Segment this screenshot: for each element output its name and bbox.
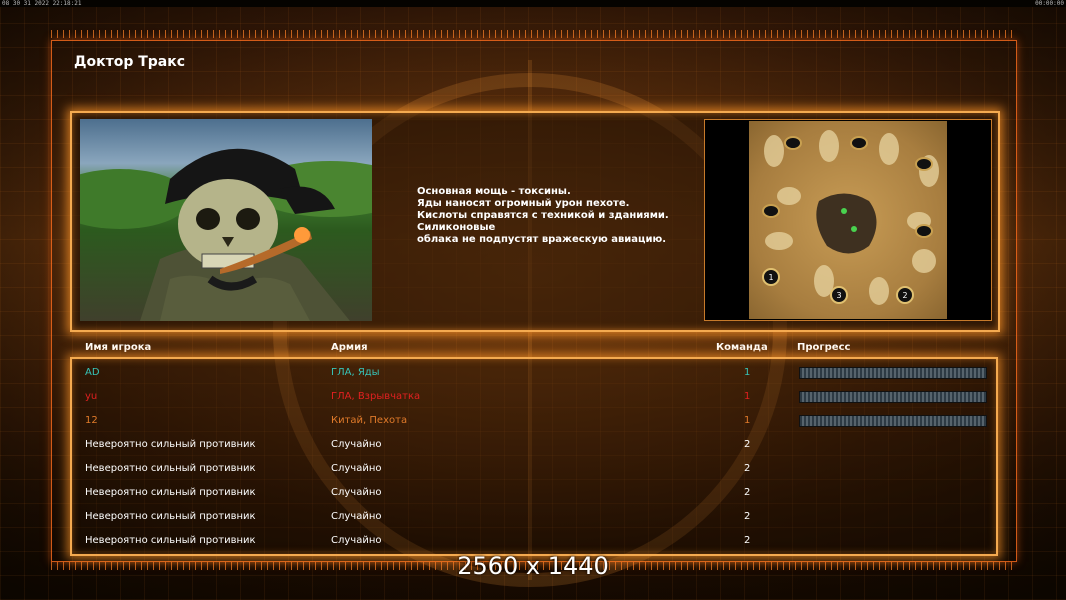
player-name: Невероятно сильный противник [85, 511, 256, 522]
map-start-1: 1 [768, 273, 773, 282]
player-army: Случайно [331, 487, 382, 498]
player-name: Невероятно сильный противник [85, 439, 256, 450]
portrait-image [80, 148, 372, 321]
header-team: Команда [716, 342, 768, 353]
top-bar: 08 30 31 2022 22:18:21 00:00:00 [0, 0, 1066, 7]
player-army: ГЛА, Взрывчатка [331, 391, 421, 402]
progress-bar [799, 367, 987, 379]
player-army: ГЛА, Яды [331, 367, 380, 378]
header-player-name: Имя игрока [85, 342, 152, 353]
player-team: 2 [744, 511, 751, 522]
player-row[interactable]: AD ГЛА, Яды 1 [0, 363, 1066, 383]
player-row[interactable]: Невероятно сильный противник Случайно 2 [0, 459, 1066, 479]
player-army: Случайно [331, 439, 382, 450]
map-start-2: 2 [902, 291, 907, 300]
player-army: Случайно [331, 511, 382, 522]
player-row[interactable]: yu ГЛА, Взрывчатка 1 [0, 387, 1066, 407]
clock-left: 08 30 31 2022 22:18:21 [2, 0, 82, 7]
player-name: Невероятно сильный противник [85, 535, 256, 546]
header-progress: Прогресс [797, 342, 851, 353]
player-team: 2 [744, 439, 751, 450]
player-row[interactable]: Невероятно сильный противник Случайно 2 [0, 507, 1066, 527]
general-description: Основная мощь - токсины. Яды наносят огр… [417, 186, 669, 245]
player-team: 2 [744, 535, 751, 546]
progress-bar [799, 415, 987, 427]
player-name: yu [85, 391, 98, 402]
player-name: AD [85, 367, 100, 378]
ruler-top [51, 30, 1017, 38]
player-team: 1 [744, 391, 751, 402]
player-team: 2 [744, 487, 751, 498]
resolution-watermark: 2560 x 1440 [457, 552, 609, 580]
player-name: Невероятно сильный противник [85, 487, 256, 498]
map-drawing: 1 2 3 [762, 130, 939, 305]
general-title: Доктор Тракс [74, 54, 186, 70]
clock-right: 00:00:00 [1035, 0, 1064, 7]
player-row[interactable]: Невероятно сильный противник Случайно 2 [0, 435, 1066, 455]
player-row[interactable]: Невероятно сильный противник Случайно 2 [0, 483, 1066, 503]
player-team: 2 [744, 463, 751, 474]
player-army: Случайно [331, 535, 382, 546]
general-portrait [80, 119, 372, 321]
player-army: Случайно [331, 463, 382, 474]
player-name: 12 [85, 415, 98, 426]
player-name: Невероятно сильный противник [85, 463, 256, 474]
player-row[interactable]: 12 Китай, Пехота 1 [0, 411, 1066, 431]
map-terrain: 1 2 3 [749, 121, 947, 319]
map-preview[interactable]: 1 2 3 [704, 119, 992, 321]
header-army: Армия [331, 342, 368, 353]
player-team: 1 [744, 367, 751, 378]
player-army: Китай, Пехота [331, 415, 408, 426]
player-team: 1 [744, 415, 751, 426]
player-row[interactable]: Невероятно сильный противник Случайно 2 [0, 531, 1066, 551]
progress-bar [799, 391, 987, 403]
map-start-3: 3 [836, 291, 841, 300]
